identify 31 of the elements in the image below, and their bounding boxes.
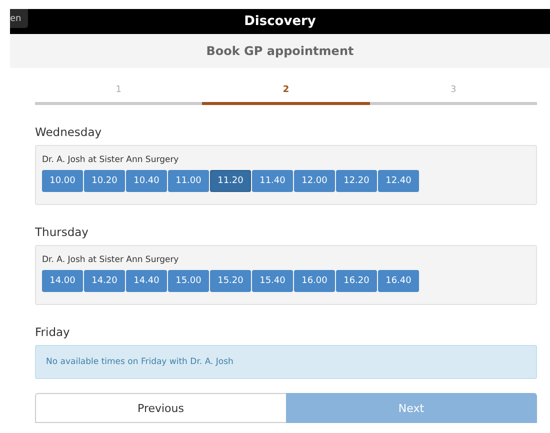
time-slot-button[interactable]: 12.20 — [336, 170, 377, 192]
day-heading: Thursday — [35, 225, 90, 239]
step-tab[interactable]: 1 — [35, 85, 202, 105]
time-slot-button[interactable]: 15.20 — [210, 270, 251, 292]
time-slot-button[interactable]: 16.00 — [294, 270, 335, 292]
time-slot-button[interactable]: 16.20 — [336, 270, 377, 292]
clinician-label: Dr. A. Josh at Sister Ann Surgery — [42, 155, 180, 165]
time-slot-button[interactable]: 12.00 — [294, 170, 335, 192]
back-button[interactable]: en — [10, 9, 28, 28]
time-slot-button[interactable]: 12.40 — [378, 170, 419, 192]
step-tab[interactable]: 3 — [370, 85, 537, 105]
day-heading: Wednesday — [35, 125, 103, 139]
day-heading: Friday — [35, 325, 71, 339]
alert-message: No available times on Friday with Dr. A. Josh — [46, 357, 234, 367]
time-slot-button[interactable]: 14.00 — [42, 270, 83, 292]
step-tab[interactable]: 2 — [202, 85, 370, 105]
clinician-label: Dr. A. Josh at Sister Ann Surgery — [42, 255, 180, 265]
time-slot-button[interactable]: 10.20 — [84, 170, 125, 192]
time-slot-button[interactable]: 14.40 — [126, 270, 167, 292]
time-slot-button[interactable]: 10.00 — [42, 170, 83, 192]
time-slot-button[interactable]: 16.40 — [378, 270, 419, 292]
time-slot-button[interactable]: 10.40 — [126, 170, 167, 192]
previous-button[interactable]: Previous — [35, 393, 286, 423]
time-slot-button[interactable]: 14.20 — [84, 270, 125, 292]
time-slot-button[interactable]: 11.00 — [168, 170, 209, 192]
page-title: Book GP appointment — [206, 44, 354, 58]
time-slot-button[interactable]: 15.40 — [252, 270, 293, 292]
time-slot-button[interactable]: 15.00 — [168, 270, 209, 292]
app-title: Discovery — [244, 14, 316, 29]
time-slot-button[interactable]: 11.40 — [252, 170, 293, 192]
time-slot-button[interactable]: 11.20 — [210, 170, 251, 192]
